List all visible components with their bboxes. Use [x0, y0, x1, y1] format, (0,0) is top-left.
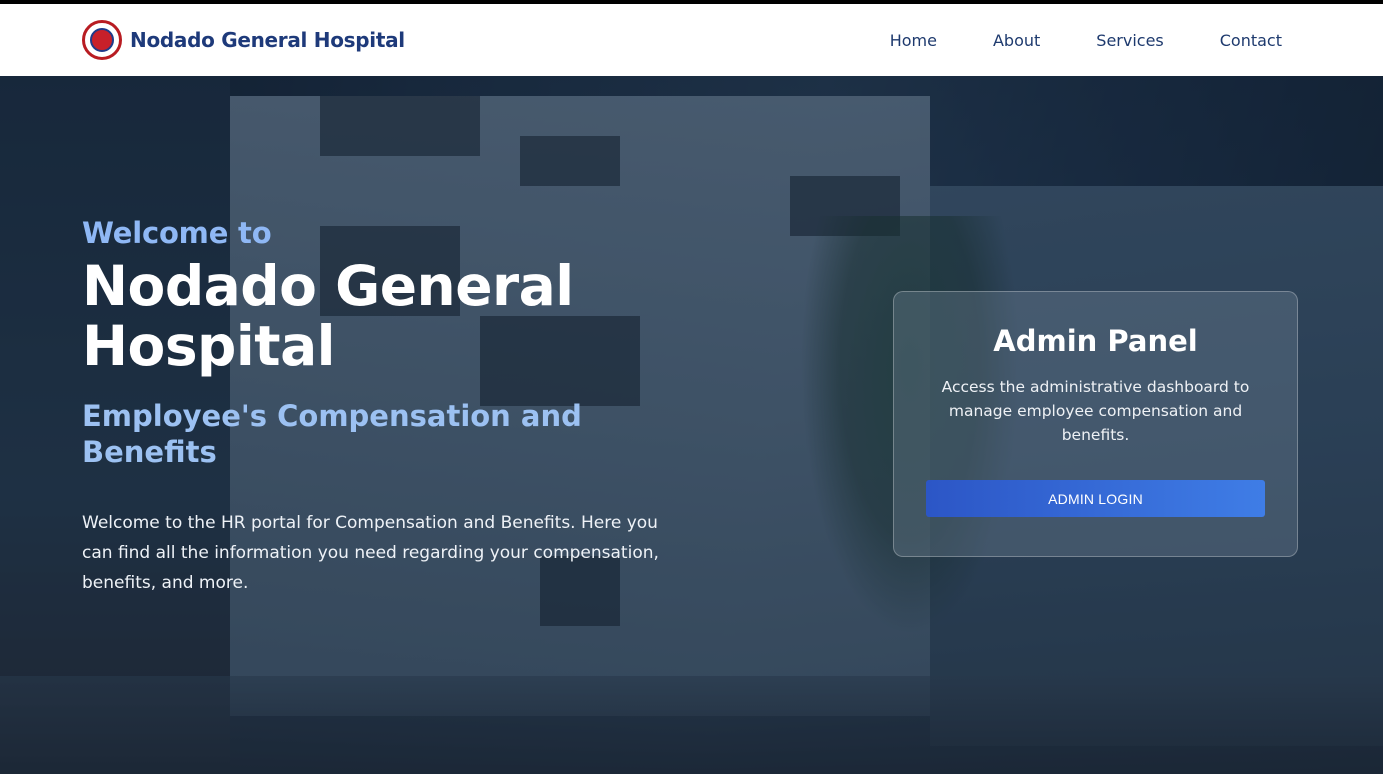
- admin-panel-description: Access the administrative dashboard to m…: [941, 378, 1250, 444]
- hero-subtitle: Employee's Compensation and Benefits: [82, 399, 582, 469]
- hero-welcome: Welcome to: [82, 216, 272, 250]
- hospital-seal-logo-icon: [82, 20, 122, 60]
- admin-panel-card: Admin Panel Access the administrative da…: [893, 291, 1298, 557]
- nav-about[interactable]: About: [993, 31, 1040, 50]
- brand-name: Nodado General Hospital: [130, 28, 405, 52]
- admin-panel-title: Admin Panel: [993, 324, 1198, 358]
- nav-links: Home About Services Contact: [890, 31, 1282, 50]
- hero-section: Welcome to Nodado General Hospital Emplo…: [0, 76, 1383, 774]
- logo-emblem: [90, 28, 114, 52]
- admin-login-button[interactable]: ADMIN LOGIN: [926, 480, 1265, 517]
- nav-services[interactable]: Services: [1096, 31, 1163, 50]
- hero-intro: Welcome to the HR portal for Compensatio…: [82, 513, 659, 593]
- brand[interactable]: Nodado General Hospital: [82, 20, 405, 60]
- hero-content: Welcome to Nodado General Hospital Emplo…: [82, 216, 682, 598]
- hero-title: Nodado General Hospital: [82, 254, 574, 378]
- navbar: Nodado General Hospital Home About Servi…: [0, 4, 1383, 76]
- nav-contact[interactable]: Contact: [1220, 31, 1282, 50]
- nav-home[interactable]: Home: [890, 31, 937, 50]
